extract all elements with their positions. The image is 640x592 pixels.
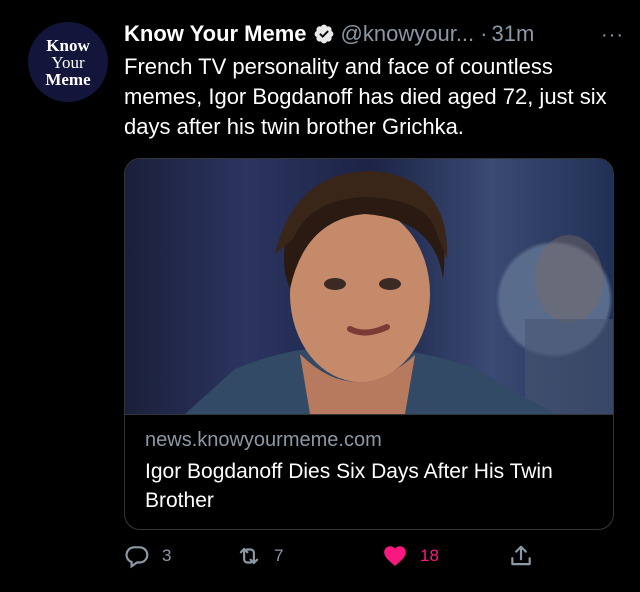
timestamp[interactable]: 31m	[492, 21, 535, 47]
reply-icon	[124, 543, 150, 569]
avatar-text-line-2: Your	[51, 52, 85, 72]
card-domain: news.knowyourmeme.com	[145, 429, 382, 451]
more-icon[interactable]: ···	[601, 24, 624, 47]
share-button[interactable]	[508, 540, 534, 572]
like-button[interactable]: 18	[382, 540, 439, 572]
reply-button[interactable]: 3	[124, 540, 171, 572]
avatar[interactable]: Know Your Meme	[28, 22, 108, 102]
share-icon	[508, 543, 534, 569]
card-image	[125, 159, 613, 415]
link-card[interactable]: news.knowyourmeme.com Igor Bogdanoff Die…	[124, 158, 614, 530]
tweet[interactable]: Know Your Meme Know Your Meme @knowyour.…	[0, 0, 640, 592]
tweet-text: French TV personality and face of countl…	[124, 54, 607, 139]
retweet-button[interactable]: 7	[236, 540, 283, 572]
card-body: news.knowyourmeme.com Igor Bogdanoff Die…	[145, 427, 595, 515]
display-name[interactable]: Know Your Meme	[124, 21, 307, 47]
avatar-text-line-1: Know	[46, 35, 90, 55]
retweet-count: 7	[274, 546, 284, 565]
retweet-icon	[236, 543, 262, 569]
handle[interactable]: @knowyour...	[341, 21, 475, 47]
verified-badge-icon	[313, 23, 335, 45]
separator: ·	[480, 21, 488, 46]
card-title: Igor Bogdanoff Dies Six Days After His T…	[145, 460, 553, 512]
tweet-header: Know Your Meme @knowyour... · 31m ···	[124, 18, 624, 50]
action-bar: 3 7 18	[124, 540, 544, 572]
portrait-illustration	[185, 170, 613, 414]
avatar-text-line-3: Meme	[45, 69, 91, 89]
reply-count: 3	[162, 546, 172, 565]
like-count: 18	[420, 546, 439, 565]
like-icon	[382, 543, 408, 569]
